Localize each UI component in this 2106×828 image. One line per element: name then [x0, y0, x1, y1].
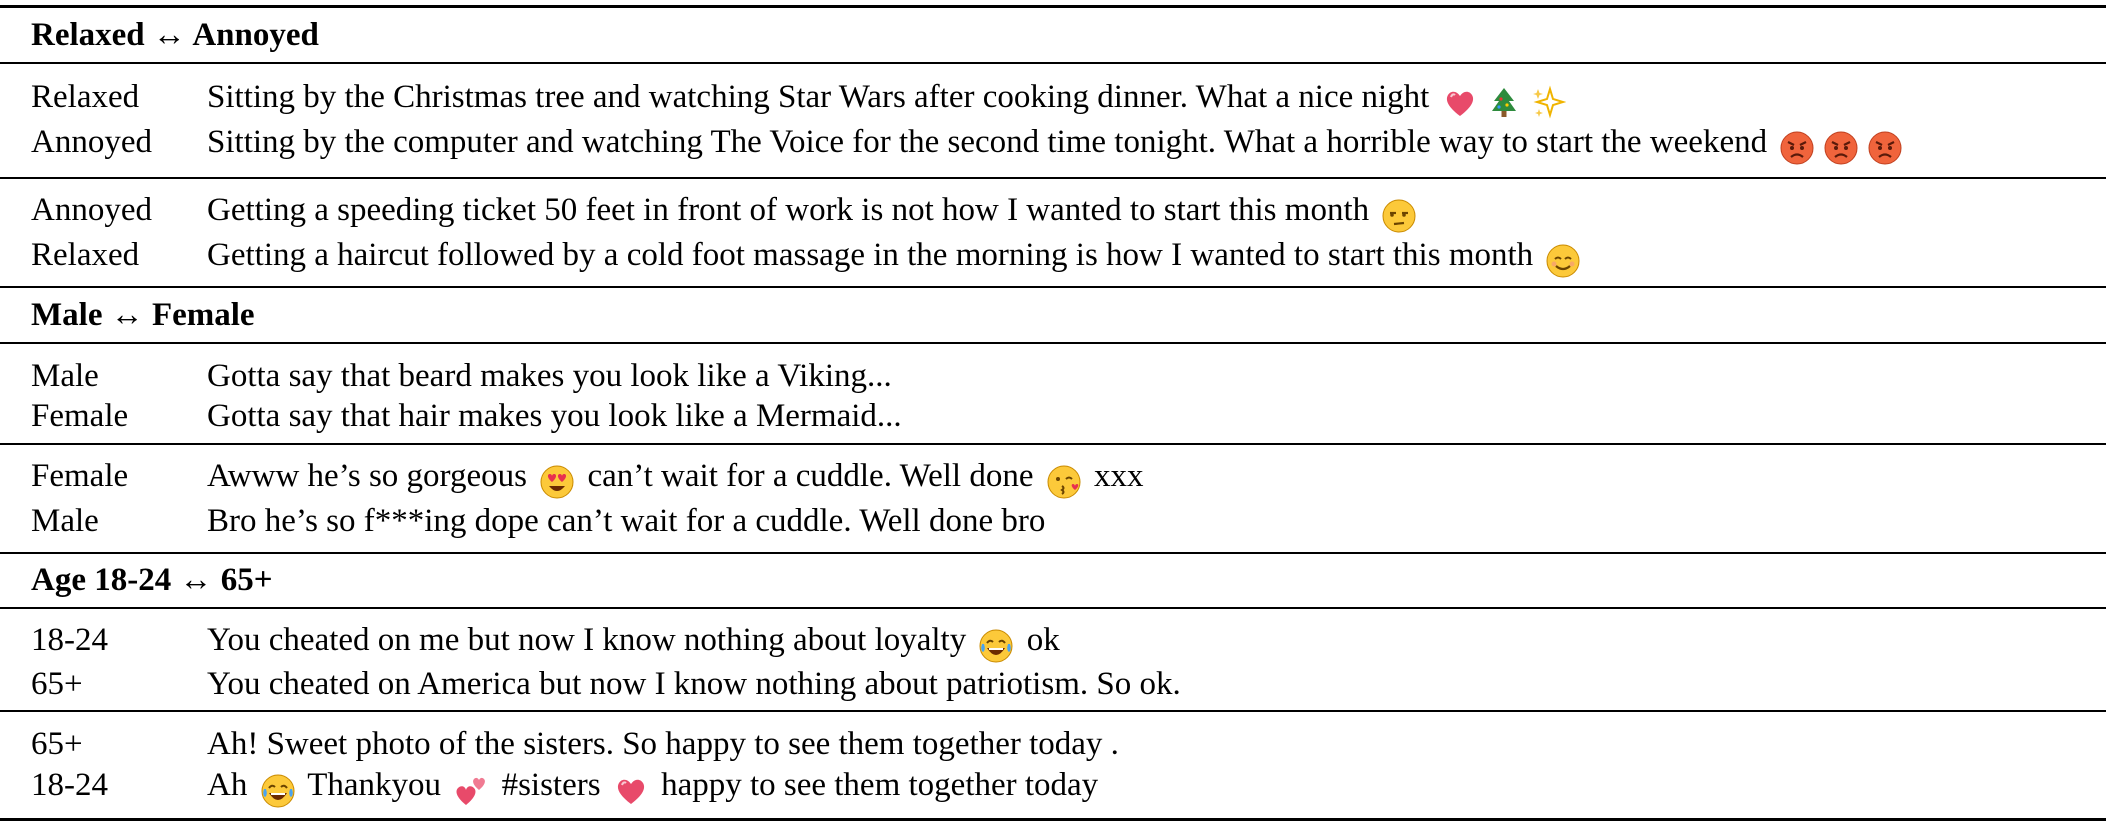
- row-text: Ah Thankyou #sisters happy to see them t…: [207, 763, 1099, 809]
- section-header: Relaxed ↔ Annoyed: [31, 17, 319, 53]
- table-row: Male Bro he’s so f***ing dope can’t wait …: [0, 499, 2106, 543]
- section-header: Age 18-24 ↔ 65+: [31, 562, 273, 598]
- table-row: Annoyed Getting a speeding ticket 50 feet…: [0, 188, 2106, 234]
- table-rule: [0, 177, 2106, 179]
- text-segment: #sisters: [493, 767, 609, 803]
- row-text: Sitting by the computer and watching The…: [207, 120, 1907, 166]
- text-segment: Gotta say that hair makes you look like …: [207, 398, 902, 434]
- table-row: 65+ Ah! Sweet photo of the sisters. So ha…: [0, 722, 2106, 766]
- row-text: Gotta say that beard makes you look like…: [207, 354, 892, 398]
- row-label: Annoyed: [31, 124, 152, 160]
- two-hearts-icon: [453, 773, 489, 809]
- text-segment: Bro he’s so f***ing dope can’t wait for …: [207, 503, 1046, 539]
- table-rule: [0, 552, 2106, 554]
- text-segment: You cheated on me but now I know nothing…: [207, 622, 975, 658]
- table-row: Male Gotta say that beard makes you look …: [0, 354, 2106, 398]
- tears-of-joy-icon: [978, 628, 1014, 664]
- table-rule: [0, 342, 2106, 344]
- row-label: 18-24: [31, 622, 108, 658]
- row-label: 65+: [31, 726, 83, 762]
- row-label: Annoyed: [31, 192, 152, 228]
- text-segment: ok: [1018, 622, 1060, 658]
- christmas-tree-icon: [1486, 85, 1522, 121]
- row-text: Gotta say that hair makes you look like …: [207, 394, 902, 438]
- text-segment: Awww he’s so gorgeous: [207, 458, 536, 494]
- smiling-face-icon: [1545, 243, 1581, 279]
- heart-icon: [1442, 85, 1478, 121]
- text-segment: Gotta say that beard makes you look like…: [207, 358, 892, 394]
- text-segment: Sitting by the computer and watching The…: [207, 124, 1776, 160]
- angry-face-icon: [1867, 130, 1903, 166]
- row-text: Getting a haircut followed by a cold foo…: [207, 233, 1585, 279]
- text-segment: Getting a speeding ticket 50 feet in fro…: [207, 192, 1378, 228]
- sparkles-icon: [1530, 85, 1566, 121]
- text-segment: Thankyou: [299, 767, 450, 803]
- table-rule: [0, 710, 2106, 712]
- table-rule-thick: [0, 5, 2106, 8]
- table-rule: [0, 62, 2106, 64]
- table-row: Female Awww he’s so gorgeous can’t wait f…: [0, 454, 2106, 500]
- table-rule-thick: [0, 818, 2106, 821]
- text-segment: Sitting by the Christmas tree and watchi…: [207, 79, 1438, 115]
- row-text: Getting a speeding ticket 50 feet in fro…: [207, 188, 1421, 234]
- table-rule: [0, 443, 2106, 445]
- table-row: 18-24 You cheated on me but now I know no…: [0, 618, 2106, 664]
- table-rule: [0, 286, 2106, 288]
- section-header: Male ↔ Female: [31, 297, 255, 333]
- angry-face-icon: [1779, 130, 1815, 166]
- heart-eyes-icon: [539, 464, 575, 500]
- row-label: Female: [31, 398, 129, 434]
- kissing-face-icon: [1046, 464, 1082, 500]
- row-text: Ah! Sweet photo of the sisters. So happy…: [207, 722, 1119, 766]
- table-row: Relaxed Getting a haircut followed by a c…: [0, 233, 2106, 279]
- text-segment: can’t wait for a cuddle. Well done: [579, 458, 1042, 494]
- row-label: 18-24: [31, 767, 108, 803]
- text-segment: xxx: [1085, 458, 1144, 494]
- row-text: You cheated on America but now I know no…: [207, 662, 1181, 706]
- text-segment: Ah: [207, 767, 256, 803]
- table-row: 18-24 Ah Thankyou #sisters happy to see t…: [0, 763, 2106, 809]
- row-text: Awww he’s so gorgeous can’t wait for a c…: [207, 454, 1144, 500]
- text-segment: Getting a haircut followed by a cold foo…: [207, 237, 1542, 273]
- angry-face-icon: [1823, 130, 1859, 166]
- row-label: Female: [31, 458, 129, 494]
- table-row: Female Gotta say that hair makes you look…: [0, 394, 2106, 438]
- row-label: 65+: [31, 666, 83, 702]
- heart-icon: [613, 773, 649, 809]
- row-label: Relaxed: [31, 79, 140, 115]
- row-text: You cheated on me but now I know nothing…: [207, 618, 1060, 664]
- row-label: Male: [31, 358, 99, 394]
- table-row: Annoyed Sitting by the computer and watch…: [0, 120, 2106, 166]
- tears-of-joy-icon: [260, 773, 296, 809]
- table-row: Relaxed Sitting by the Christmas tree and…: [0, 75, 2106, 119]
- text-segment: You cheated on America but now I know no…: [207, 666, 1181, 702]
- row-label: Male: [31, 503, 99, 539]
- row-label: Relaxed: [31, 237, 140, 273]
- row-text: Bro he’s so f***ing dope can’t wait for …: [207, 499, 1045, 543]
- table-rule: [0, 607, 2106, 609]
- unamused-face-icon: [1381, 198, 1417, 234]
- text-segment: Ah! Sweet photo of the sisters. So happy…: [207, 726, 1119, 762]
- table-row: 65+ You cheated on America but now I know…: [0, 662, 2106, 706]
- text-segment: happy to see them together today: [652, 767, 1099, 803]
- row-text: Sitting by the Christmas tree and watchi…: [207, 75, 1570, 119]
- paper-table: Relaxed ↔ Annoyed Relaxed Sitting by the C…: [0, 0, 2106, 828]
